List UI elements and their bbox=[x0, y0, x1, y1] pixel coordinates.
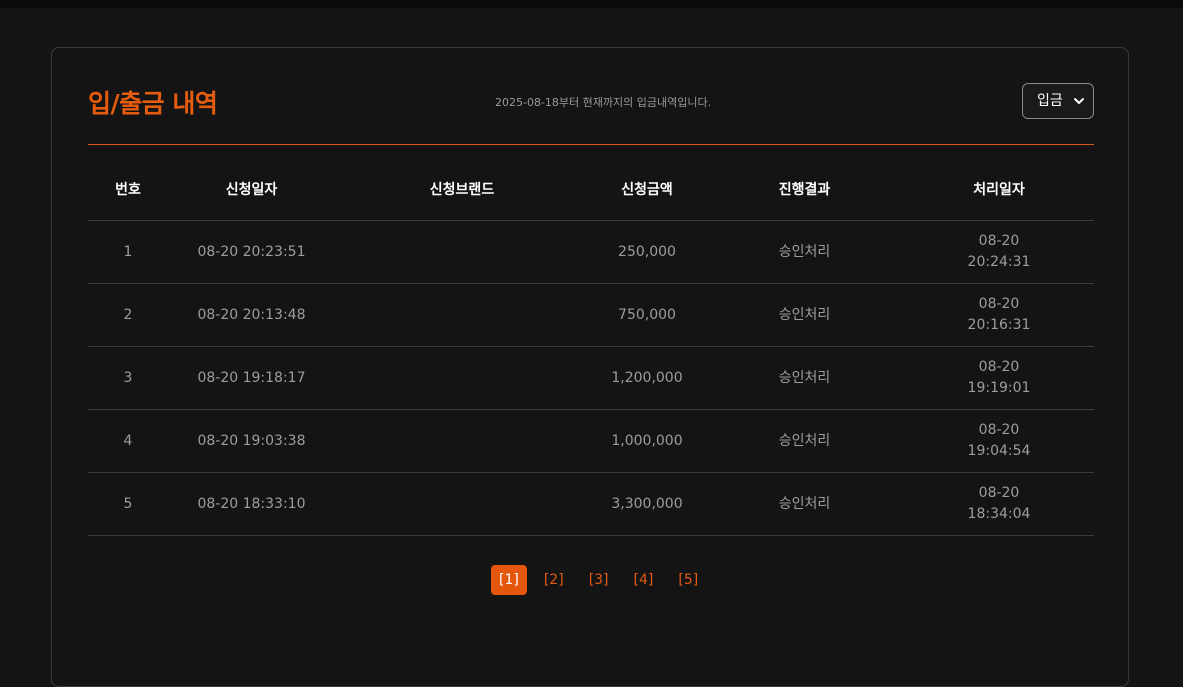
column-header-result: 진행결과 bbox=[705, 158, 904, 221]
cell-result: 승인처리 bbox=[705, 283, 904, 347]
processed-date: 08-20 bbox=[978, 485, 1020, 501]
cell-result: 승인처리 bbox=[705, 346, 904, 410]
page-title: 입/출금 내역 bbox=[88, 89, 218, 118]
cell-request-date: 08-20 18:33:10 bbox=[168, 472, 335, 536]
cell-request-date: 08-20 19:03:38 bbox=[168, 409, 335, 473]
panel-header: 입/출금 내역 2025-08-18부터 현재까지의 입금내역입니다. 입금 bbox=[88, 82, 1094, 145]
cell-result: 승인처리 bbox=[705, 220, 904, 284]
cell-no: 4 bbox=[88, 409, 168, 473]
table-row: 1 08-20 20:23:51 250,000 승인처리 08-20 20:24… bbox=[88, 220, 1094, 284]
page-link-2[interactable]: [2] bbox=[536, 565, 572, 595]
cell-processed: 08-20 20:16:31 bbox=[904, 283, 1094, 347]
cell-brand bbox=[335, 283, 589, 347]
cell-brand bbox=[335, 472, 589, 536]
cell-processed: 08-20 19:19:01 bbox=[904, 346, 1094, 410]
cell-brand bbox=[335, 346, 589, 410]
pagination: [1] [2] [3] [4] [5] bbox=[491, 565, 715, 595]
column-header-brand: 신청브랜드 bbox=[335, 158, 589, 221]
page-link-5[interactable]: [5] bbox=[670, 565, 706, 595]
column-header-processed-date: 처리일자 bbox=[904, 158, 1094, 221]
processed-time: 18:34:04 bbox=[967, 506, 1031, 522]
table-row: 2 08-20 20:13:48 750,000 승인처리 08-20 20:16… bbox=[88, 283, 1094, 347]
top-bar bbox=[0, 0, 1183, 8]
cell-no: 2 bbox=[88, 283, 168, 347]
table-row: 4 08-20 19:03:38 1,000,000 승인처리 08-20 19:… bbox=[88, 409, 1094, 473]
processed-time: 20:16:31 bbox=[967, 317, 1031, 333]
page-link-4[interactable]: [4] bbox=[626, 565, 662, 595]
cell-request-date: 08-20 20:23:51 bbox=[168, 220, 335, 284]
column-header-amount: 신청금액 bbox=[589, 158, 705, 221]
cell-processed: 08-20 18:34:04 bbox=[904, 472, 1094, 536]
chevron-down-icon bbox=[1073, 93, 1085, 109]
table-header-row: 번호 신청일자 신청브랜드 신청금액 진행결과 처리일자 bbox=[88, 158, 1094, 221]
cell-brand bbox=[335, 409, 589, 473]
page-link-1[interactable]: [1] bbox=[491, 565, 527, 595]
processed-date: 08-20 bbox=[978, 359, 1020, 375]
history-panel: 입/출금 내역 2025-08-18부터 현재까지의 입금내역입니다. 입금 번… bbox=[51, 47, 1129, 687]
processed-date: 08-20 bbox=[978, 296, 1020, 312]
cell-amount: 1,200,000 bbox=[589, 346, 705, 410]
page-link-3[interactable]: [3] bbox=[581, 565, 617, 595]
cell-no: 5 bbox=[88, 472, 168, 536]
cell-amount: 3,300,000 bbox=[589, 472, 705, 536]
cell-request-date: 08-20 19:18:17 bbox=[168, 346, 335, 410]
cell-no: 1 bbox=[88, 220, 168, 284]
cell-amount: 750,000 bbox=[589, 283, 705, 347]
history-table: 번호 신청일자 신청브랜드 신청금액 진행결과 처리일자 1 08-20 20:… bbox=[88, 158, 1094, 536]
cell-brand bbox=[335, 220, 589, 284]
transaction-type-select[interactable]: 입금 bbox=[1022, 83, 1094, 119]
table-row: 5 08-20 18:33:10 3,300,000 승인처리 08-20 18:… bbox=[88, 472, 1094, 536]
table-row: 3 08-20 19:18:17 1,200,000 승인처리 08-20 19:… bbox=[88, 346, 1094, 410]
cell-result: 승인처리 bbox=[705, 472, 904, 536]
column-header-no: 번호 bbox=[88, 158, 168, 221]
processed-time: 19:04:54 bbox=[967, 443, 1031, 459]
cell-amount: 1,000,000 bbox=[589, 409, 705, 473]
cell-amount: 250,000 bbox=[589, 220, 705, 284]
processed-time: 19:19:01 bbox=[967, 380, 1031, 396]
cell-processed: 08-20 19:04:54 bbox=[904, 409, 1094, 473]
processed-time: 20:24:31 bbox=[967, 254, 1031, 270]
processed-date: 08-20 bbox=[978, 422, 1020, 438]
cell-request-date: 08-20 20:13:48 bbox=[168, 283, 335, 347]
cell-result: 승인처리 bbox=[705, 409, 904, 473]
cell-no: 3 bbox=[88, 346, 168, 410]
processed-date: 08-20 bbox=[978, 233, 1020, 249]
column-header-request-date: 신청일자 bbox=[168, 158, 335, 221]
cell-processed: 08-20 20:24:31 bbox=[904, 220, 1094, 284]
selected-type: 입금 bbox=[1037, 93, 1063, 109]
date-range-notice: 2025-08-18부터 현재까지의 입금내역입니다. bbox=[495, 96, 712, 109]
